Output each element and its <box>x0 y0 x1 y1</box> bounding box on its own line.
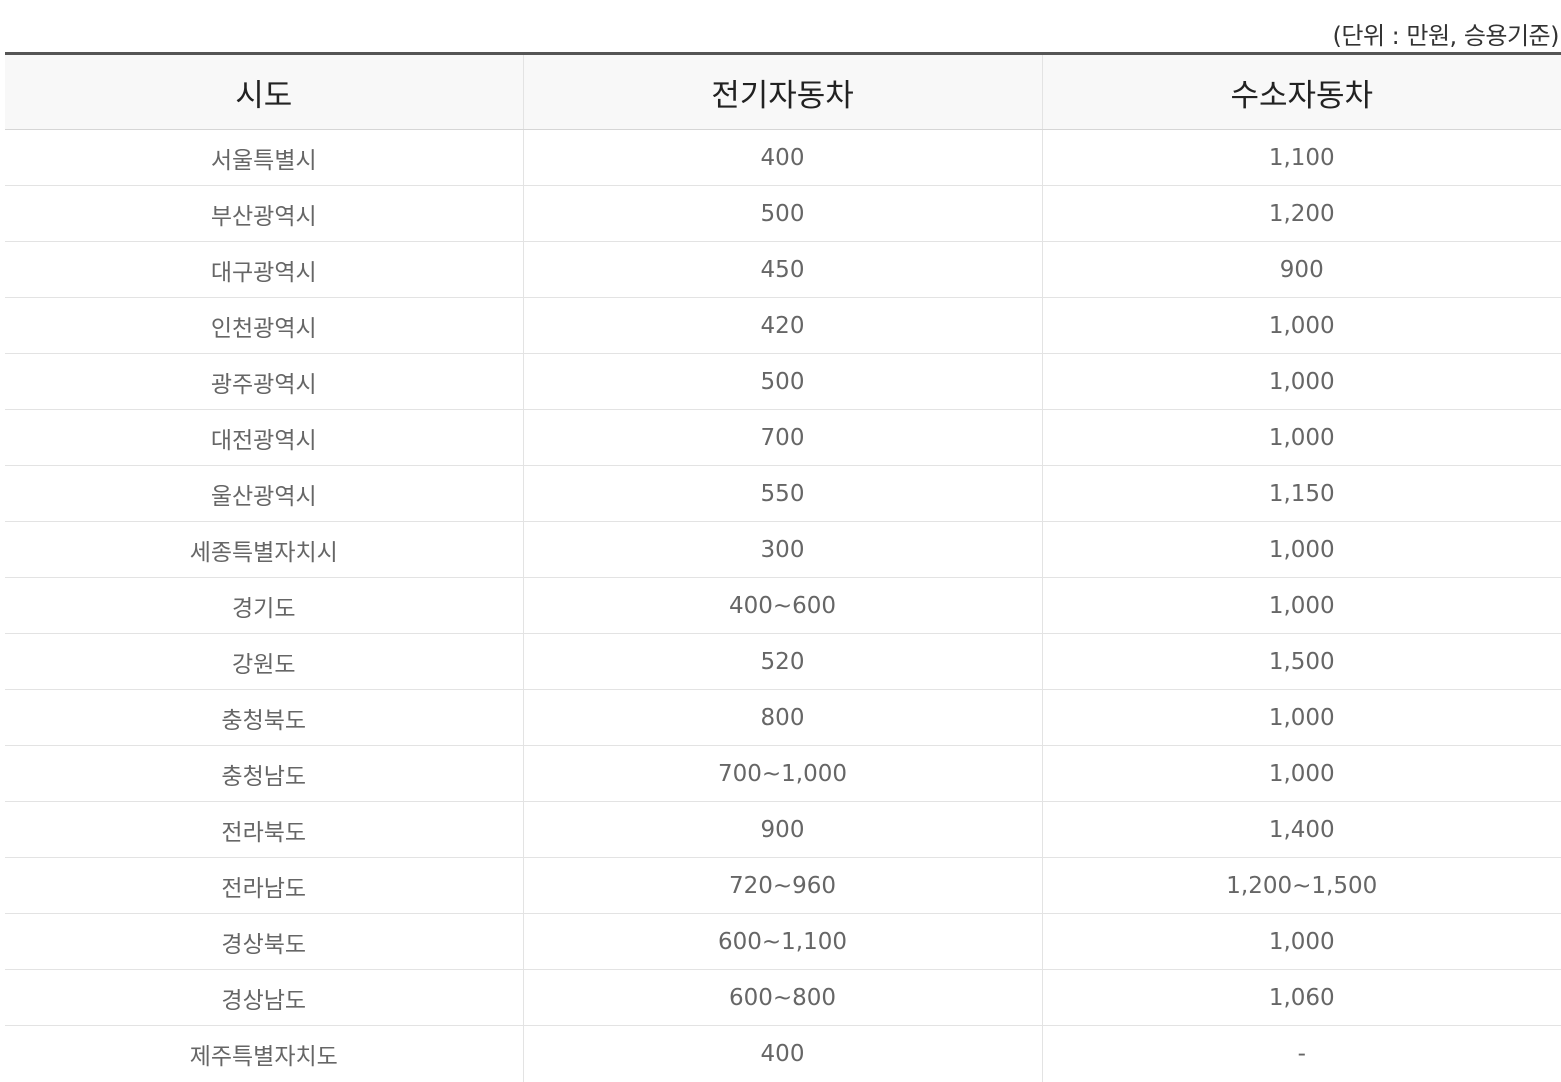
hydrogen-subsidy-cell: 1,000 <box>1042 409 1561 466</box>
hydrogen-subsidy-cell: 1,400 <box>1042 801 1561 858</box>
region-cell: 경상북도 <box>5 913 524 970</box>
region-cell: 울산광역시 <box>5 465 524 522</box>
hydrogen-subsidy-cell: 1,000 <box>1042 521 1561 578</box>
hydrogen-subsidy-cell: 1,000 <box>1042 577 1561 634</box>
region-cell: 전라남도 <box>5 857 524 914</box>
hydrogen-subsidy-cell: 1,200~1,500 <box>1042 857 1561 914</box>
electric-subsidy-cell: 600~1,100 <box>523 913 1043 970</box>
table-row: 충청남도 700~1,000 1,000 <box>5 745 1561 802</box>
table-row: 제주특별자치도 400 - <box>5 1025 1561 1082</box>
hydrogen-subsidy-cell: 1,000 <box>1042 297 1561 354</box>
table-row: 경상남도 600~800 1,060 <box>5 969 1561 1026</box>
region-cell: 대구광역시 <box>5 241 524 298</box>
electric-subsidy-cell: 520 <box>523 633 1043 690</box>
table-row: 세종특별자치시 300 1,000 <box>5 521 1561 578</box>
electric-subsidy-cell: 900 <box>523 801 1043 858</box>
electric-subsidy-cell: 600~800 <box>523 969 1043 1026</box>
electric-subsidy-cell: 400 <box>523 129 1043 186</box>
table-row: 광주광역시 500 1,000 <box>5 353 1561 410</box>
electric-subsidy-cell: 700~1,000 <box>523 745 1043 802</box>
region-cell: 대전광역시 <box>5 409 524 466</box>
electric-subsidy-cell: 500 <box>523 185 1043 242</box>
table-row: 경기도 400~600 1,000 <box>5 577 1561 634</box>
subsidy-table: 시도 전기자동차 수소자동차 서울특별시 400 1,100 부산광역시 500 1,200 대… <box>5 52 1561 1082</box>
table-row: 인천광역시 420 1,000 <box>5 297 1561 354</box>
table-row: 울산광역시 550 1,150 <box>5 465 1561 522</box>
hydrogen-subsidy-cell: 1,060 <box>1042 969 1561 1026</box>
hydrogen-subsidy-cell: - <box>1297 1040 1306 1067</box>
hydrogen-subsidy-cell: 1,200 <box>1042 185 1561 242</box>
region-cell: 강원도 <box>5 633 524 690</box>
electric-subsidy-cell: 400 <box>523 1025 1043 1082</box>
table-row: 대구광역시 450 900 <box>5 241 1561 298</box>
table-row: 충청북도 800 1,000 <box>5 689 1561 746</box>
table-header: 시도 전기자동차 수소자동차 <box>5 52 1561 130</box>
hydrogen-subsidy-cell: 1,500 <box>1042 633 1561 690</box>
table-row: 부산광역시 500 1,200 <box>5 185 1561 242</box>
electric-subsidy-cell: 400~600 <box>523 577 1043 634</box>
table-row: 대전광역시 700 1,000 <box>5 409 1561 466</box>
region-cell: 광주광역시 <box>5 353 524 410</box>
table-body: 서울특별시 400 1,100 부산광역시 500 1,200 대구광역시 450 900 인천광… <box>5 129 1561 1082</box>
region-cell: 충청남도 <box>5 745 524 802</box>
hydrogen-subsidy-cell: 1,000 <box>1042 745 1561 802</box>
hydrogen-subsidy-cell: 1,000 <box>1042 689 1561 746</box>
region-cell: 충청북도 <box>5 689 524 746</box>
region-cell: 경기도 <box>5 577 524 634</box>
region-cell: 전라북도 <box>5 801 524 858</box>
header-region: 시도 <box>5 52 524 130</box>
hydrogen-subsidy-cell: 1,000 <box>1042 913 1561 970</box>
electric-subsidy-cell: 500 <box>523 353 1043 410</box>
header-row: 시도 전기자동차 수소자동차 <box>5 52 1561 130</box>
table-row: 강원도 520 1,500 <box>5 633 1561 690</box>
electric-subsidy-cell: 700 <box>523 409 1043 466</box>
unit-note: (단위 : 만원, 승용기준) <box>1332 22 1560 50</box>
table-row: 전라북도 900 1,400 <box>5 801 1561 858</box>
region-cell: 인천광역시 <box>5 297 524 354</box>
region-cell: 부산광역시 <box>5 185 524 242</box>
electric-subsidy-cell: 550 <box>523 465 1043 522</box>
region-cell: 서울특별시 <box>5 129 524 186</box>
header-hydrogen-vehicle: 수소자동차 <box>1042 52 1561 130</box>
table-row: 경상북도 600~1,100 1,000 <box>5 913 1561 970</box>
electric-subsidy-cell: 300 <box>523 521 1043 578</box>
header-electric-vehicle: 전기자동차 <box>523 52 1043 130</box>
electric-subsidy-cell: 800 <box>523 689 1043 746</box>
hydrogen-subsidy-cell: 1,100 <box>1042 129 1561 186</box>
region-cell: 세종특별자치시 <box>5 521 524 578</box>
electric-subsidy-cell: 420 <box>523 297 1043 354</box>
region-cell: 제주특별자치도 <box>5 1025 524 1082</box>
hydrogen-subsidy-cell: 900 <box>1042 241 1561 298</box>
hydrogen-subsidy-cell: 1,150 <box>1042 465 1561 522</box>
table-row: 서울특별시 400 1,100 <box>5 129 1561 186</box>
electric-subsidy-cell: 720~960 <box>523 857 1043 914</box>
electric-subsidy-cell: 450 <box>523 241 1043 298</box>
region-cell: 경상남도 <box>5 969 524 1026</box>
table-row: 전라남도 720~960 1,200~1,500 <box>5 857 1561 914</box>
hydrogen-subsidy-cell: 1,000 <box>1042 353 1561 410</box>
